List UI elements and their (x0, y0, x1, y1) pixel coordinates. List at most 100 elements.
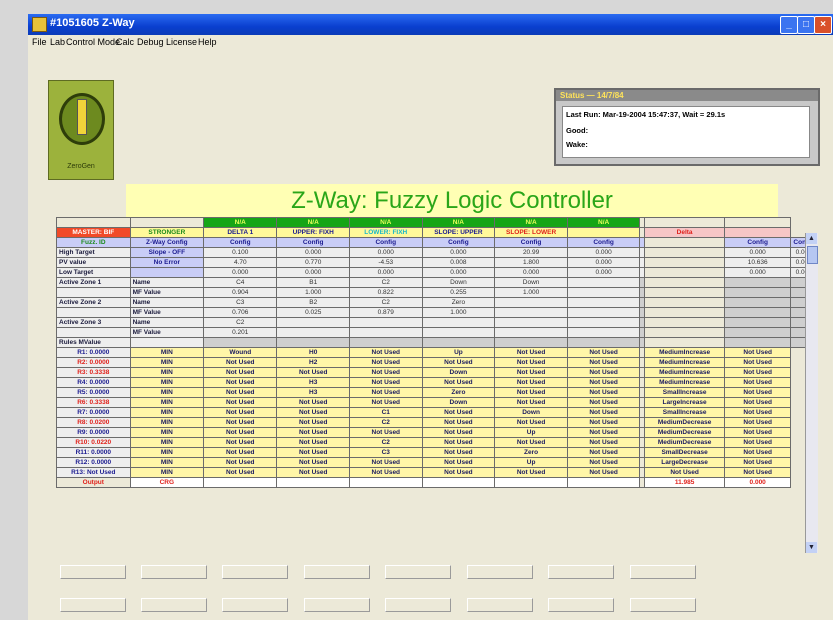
rule-cell[interactable]: Not Used (276, 367, 350, 378)
rule-cell[interactable]: LargeIncrease (644, 397, 725, 408)
rule-cell[interactable]: H3 (276, 387, 350, 398)
rule-cell[interactable]: MIN (129, 377, 205, 388)
input-field[interactable] (385, 565, 451, 579)
rule-cell[interactable]: MediumDecrease (644, 437, 725, 448)
rule-cell[interactable]: Not Used (566, 387, 641, 398)
rule-cell[interactable]: Up (494, 427, 568, 438)
rule-cell[interactable]: Not Used (421, 377, 496, 388)
rule-cell[interactable]: MediumIncrease (644, 377, 725, 388)
rule-cell[interactable]: MIN (129, 457, 205, 468)
rule-cell[interactable]: MIN (129, 407, 205, 418)
rule-cell[interactable]: Not Used (494, 437, 568, 448)
rule-cell[interactable]: Not Used (494, 417, 568, 428)
input-field[interactable] (630, 598, 696, 612)
rule-cell[interactable]: Not Used (203, 417, 278, 428)
input-field[interactable] (630, 565, 696, 579)
rule-cell[interactable]: Down (421, 397, 496, 408)
rule-cell[interactable]: Not Used (348, 347, 423, 358)
rule-cell[interactable]: Not Used (494, 467, 568, 478)
rule-cell[interactable]: Not Used (723, 387, 792, 398)
menu-calc[interactable]: Calc (116, 37, 134, 47)
input-field[interactable] (222, 598, 288, 612)
input-field[interactable] (141, 565, 207, 579)
rule-cell[interactable]: MIN (129, 397, 205, 408)
rule-cell[interactable]: Not Used (203, 457, 278, 468)
rule-cell[interactable]: C2 (348, 437, 423, 448)
rule-cell[interactable]: Not Used (203, 467, 278, 478)
rule-cell[interactable]: Up (421, 347, 496, 358)
rule-cell[interactable]: Not Used (723, 347, 792, 358)
rule-cell[interactable]: Not Used (494, 367, 568, 378)
rule-cell[interactable]: Not Used (203, 387, 278, 398)
rule-cell[interactable]: Not Used (723, 377, 792, 388)
rule-cell[interactable]: C2 (348, 417, 423, 428)
rule-cell[interactable]: Not Used (348, 457, 423, 468)
rule-cell[interactable]: MIN (129, 357, 205, 368)
rule-cell[interactable]: Not Used (203, 357, 278, 368)
rule-cell[interactable]: Not Used (276, 407, 350, 418)
rule-cell[interactable]: Not Used (723, 367, 792, 378)
config-button[interactable]: Config (723, 237, 792, 248)
column-header[interactable]: SLOPE: LOWER (494, 227, 568, 238)
rule-cell[interactable]: Not Used (723, 467, 792, 478)
menu-file[interactable]: File (32, 37, 47, 47)
column-header[interactable]: DELTA 1 (203, 227, 278, 238)
rule-cell[interactable]: MediumDecrease (644, 427, 725, 438)
rule-cell[interactable]: Not Used (723, 417, 792, 428)
input-field[interactable] (141, 598, 207, 612)
input-field[interactable] (222, 565, 288, 579)
rule-cell[interactable]: MediumIncrease (644, 357, 725, 368)
rule-cell[interactable]: Not Used (723, 397, 792, 408)
input-field[interactable] (467, 598, 533, 612)
rule-cell[interactable]: Not Used (566, 367, 641, 378)
rule-cell[interactable]: Not Used (566, 357, 641, 368)
column-header[interactable]: STRONGER (129, 227, 205, 238)
rule-cell[interactable]: Not Used (494, 377, 568, 388)
rule-cell[interactable]: Not Used (276, 437, 350, 448)
rule-cell[interactable]: Not Used (566, 377, 641, 388)
rule-cell[interactable]: Down (421, 367, 496, 378)
rule-cell[interactable]: MIN (129, 367, 205, 378)
rule-cell[interactable]: MIN (129, 427, 205, 438)
rule-cell[interactable]: Wound (203, 347, 278, 358)
rule-cell[interactable]: Not Used (421, 417, 496, 428)
title-bar[interactable]: #1051605 Z-Way _ □ × (28, 14, 833, 35)
column-header[interactable]: Delta (644, 227, 725, 238)
rule-cell[interactable]: Not Used (348, 427, 423, 438)
menu-control-mode[interactable]: Control Mode (66, 37, 120, 47)
rule-cell[interactable]: Not Used (723, 457, 792, 468)
rule-cell[interactable]: C3 (348, 447, 423, 458)
rule-cell[interactable]: Not Used (421, 457, 496, 468)
rule-cell[interactable]: MIN (129, 387, 205, 398)
column-header[interactable]: MASTER: BIF (56, 227, 131, 238)
column-header[interactable] (566, 227, 641, 238)
rule-cell[interactable]: MediumDecrease (644, 417, 725, 428)
rule-cell[interactable]: Not Used (421, 407, 496, 418)
rule-cell[interactable]: Not Used (203, 367, 278, 378)
rule-cell[interactable]: MediumIncrease (644, 347, 725, 358)
rule-cell[interactable]: Not Used (723, 437, 792, 448)
rule-cell[interactable]: Not Used (421, 437, 496, 448)
rule-cell[interactable]: Not Used (566, 347, 641, 358)
rule-cell[interactable]: SmallIncrease (644, 407, 725, 418)
input-field[interactable] (60, 565, 126, 579)
rule-cell[interactable]: Not Used (421, 467, 496, 478)
config-button[interactable]: Config (203, 237, 278, 248)
rule-cell[interactable]: MediumIncrease (644, 367, 725, 378)
input-field[interactable] (467, 565, 533, 579)
config-button[interactable]: Config (494, 237, 568, 248)
rule-cell[interactable]: H0 (276, 347, 350, 358)
rule-cell[interactable]: C1 (348, 407, 423, 418)
config-button[interactable]: Z-Way Config (129, 237, 205, 248)
scroll-thumb[interactable] (807, 246, 818, 264)
rule-cell[interactable]: Not Used (494, 357, 568, 368)
rule-cell[interactable]: Zero (421, 387, 496, 398)
rule-cell[interactable]: Not Used (494, 387, 568, 398)
column-header[interactable]: LOWER: FIXH (348, 227, 423, 238)
rule-cell[interactable]: Not Used (566, 437, 641, 448)
rule-cell[interactable]: LargeDecrease (644, 457, 725, 468)
rule-cell[interactable]: Zero (494, 447, 568, 458)
rule-cell[interactable]: Not Used (276, 447, 350, 458)
rule-cell[interactable]: H3 (276, 377, 350, 388)
rule-cell[interactable]: H2 (276, 357, 350, 368)
